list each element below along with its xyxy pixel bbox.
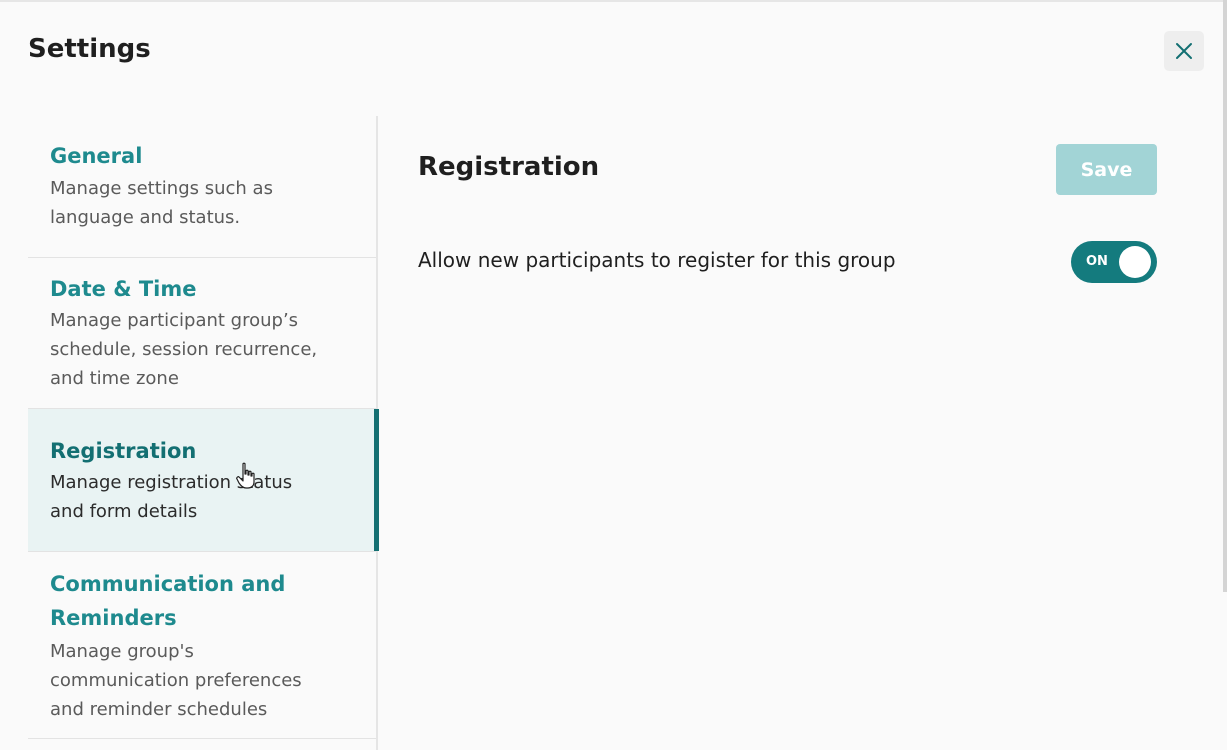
scrollbar[interactable] (1223, 0, 1227, 592)
modal-title: Settings (28, 34, 151, 64)
sidebar-item-title: Registration (50, 439, 197, 463)
save-button[interactable]: Save (1056, 144, 1157, 195)
sidebar-item-description: Manage group's communication preferences… (50, 641, 302, 720)
sidebar-item-general[interactable]: General Manage settings such as language… (28, 116, 376, 258)
settings-sidebar: General Manage settings such as language… (28, 116, 379, 750)
hand-pointer-icon (236, 462, 255, 489)
sidebar-item-title: Communication and Reminders (50, 572, 286, 630)
sidebar-item-title: General (50, 144, 143, 168)
allow-registration-label: Allow new participants to register for t… (418, 248, 896, 272)
allow-registration-toggle[interactable]: ON (1071, 241, 1157, 283)
toggle-state-label: ON (1086, 254, 1108, 269)
section-title: Registration (418, 152, 600, 182)
sidebar-item-communication[interactable]: Communication and Reminders Manage group… (28, 552, 376, 739)
sidebar-item-description: Manage participant group’s schedule, ses… (50, 310, 318, 389)
settings-modal: Settings General Manage settings such as… (0, 0, 1227, 750)
active-indicator (374, 409, 379, 551)
top-edge (0, 0, 1227, 2)
sidebar-item-registration[interactable]: Registration Manage registration status … (28, 409, 379, 552)
sidebar-item-date-time[interactable]: Date & Time Manage participant group’s s… (28, 258, 376, 409)
close-button[interactable] (1164, 31, 1204, 71)
sidebar-item-description: Manage registration status and form deta… (50, 472, 293, 522)
toggle-knob (1119, 246, 1151, 278)
close-icon (1176, 43, 1192, 59)
sidebar-item-title: Date & Time (50, 277, 197, 301)
sidebar-item-description: Manage settings such as language and sta… (50, 178, 273, 228)
